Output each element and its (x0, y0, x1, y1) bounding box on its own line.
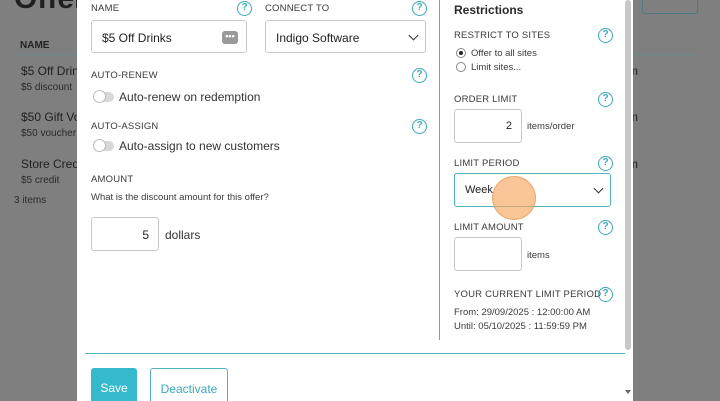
restrictions-panel: Restrictions RESTRICT TO SITES ? Offer t… (439, 0, 625, 340)
restrict-sites-label: RESTRICT TO SITES (454, 30, 551, 41)
item-count: 3 items (14, 195, 47, 206)
radio-limit-sites-label[interactable]: Limit sites... (471, 62, 521, 73)
chevron-down-icon (593, 183, 604, 194)
table-divider (14, 54, 78, 55)
current-limit-period-label: YOUR CURRENT LIMIT PERIOD (454, 289, 602, 300)
footer-divider (85, 353, 625, 354)
order-limit-input[interactable]: 2 (454, 109, 522, 143)
help-icon[interactable]: ? (412, 1, 427, 16)
table-row-sub: $50 voucher (21, 128, 77, 139)
current-period-from: From: 29/09/2025 : 12:00:00 AM (454, 307, 591, 318)
amount-unit: dollars (165, 228, 201, 242)
name-label: NAME (91, 3, 120, 14)
order-limit-label: ORDER LIMIT (454, 94, 518, 105)
auto-renew-toggle[interactable] (93, 90, 114, 103)
background-top-button[interactable] (642, 0, 698, 14)
connect-to-label: CONNECT TO (265, 3, 330, 14)
table-row-sub: $5 credit (21, 175, 60, 186)
modal-scrollbar[interactable] (625, 0, 631, 350)
table-row-name[interactable]: Store Credi (21, 157, 82, 171)
current-period-until: Until: 05/10/2025 : 11:59:59 PM (454, 321, 587, 332)
help-icon[interactable]: ? (598, 92, 613, 107)
radio-limit-sites[interactable] (456, 62, 466, 72)
help-icon[interactable]: ? (598, 28, 613, 43)
limit-amount-unit: items (527, 250, 550, 261)
auto-assign-toggle[interactable] (93, 139, 114, 152)
radio-all-sites[interactable] (456, 48, 466, 58)
auto-assign-label: AUTO-ASSIGN (91, 121, 159, 132)
auto-renew-toggle-label[interactable]: Auto-renew on redemption (119, 90, 260, 104)
auto-assign-toggle-label[interactable]: Auto-assign to new customers (119, 139, 280, 153)
amount-question: What is the discount amount for this off… (91, 192, 269, 203)
toggle-knob (93, 90, 106, 103)
order-limit-unit: items/order (527, 121, 575, 132)
table-row-sub: $5 discount (21, 82, 73, 93)
help-icon[interactable]: ? (598, 156, 613, 171)
table-divider (636, 54, 698, 55)
amount-input[interactable]: 5 (91, 217, 159, 251)
order-limit-value: 2 (505, 120, 512, 132)
restrictions-title: Restrictions (454, 3, 524, 17)
radio-all-sites-label[interactable]: Offer to all sites (471, 48, 537, 59)
limit-amount-input[interactable] (454, 237, 522, 271)
table-row-name[interactable]: $5 Off Drin (21, 64, 79, 78)
edit-offer-modal: NAME ? $5 Off Drinks ••• CONNECT TO ? In… (77, 0, 633, 401)
amount-input-value: 5 (142, 228, 149, 242)
table-header-name: NAME (20, 40, 50, 51)
name-input-value: $5 Off Drinks (102, 31, 172, 45)
amount-label: AMOUNT (91, 174, 134, 185)
scroll-down-arrow-icon[interactable] (625, 390, 631, 394)
connect-to-value: Indigo Software (276, 31, 360, 45)
auto-renew-label: AUTO-RENEW (91, 70, 158, 81)
help-icon[interactable]: ? (598, 287, 613, 302)
connect-to-select[interactable]: Indigo Software (265, 20, 426, 53)
help-icon[interactable]: ? (412, 68, 427, 83)
help-icon[interactable]: ? (237, 1, 252, 16)
help-icon[interactable]: ? (598, 220, 613, 235)
click-indicator (492, 176, 536, 220)
deactivate-button[interactable]: Deactivate (150, 368, 228, 401)
table-row-name[interactable]: $50 Gift Vo (21, 110, 80, 124)
limit-period-value: Week (465, 184, 493, 196)
limit-period-label: LIMIT PERIOD (454, 158, 520, 169)
chevron-down-icon (408, 30, 419, 41)
keyboard-icon[interactable]: ••• (222, 31, 238, 44)
help-icon[interactable]: ? (412, 119, 427, 134)
limit-amount-label: LIMIT AMOUNT (454, 222, 524, 233)
toggle-knob (93, 139, 106, 152)
save-button[interactable]: Save (91, 368, 137, 401)
name-input[interactable]: $5 Off Drinks ••• (91, 20, 247, 53)
